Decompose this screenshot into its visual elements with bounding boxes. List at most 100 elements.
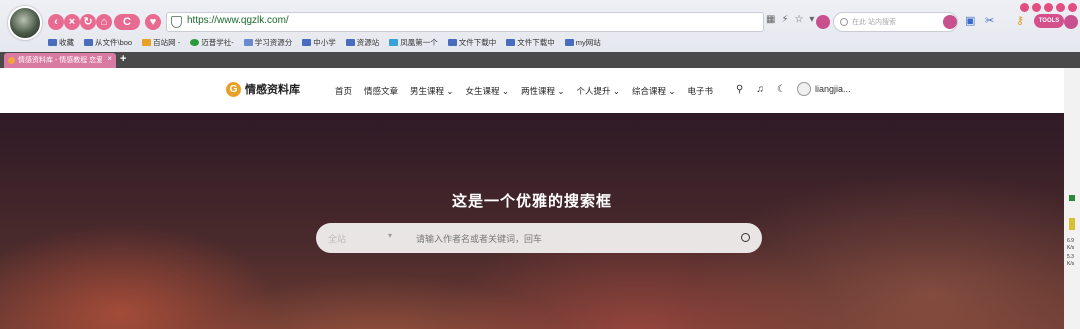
bookmark-item[interactable]: 文件下载中 <box>506 37 555 48</box>
bookmark-item[interactable]: 百站网 - <box>142 37 180 48</box>
bookmark-label: 迈普学社- <box>201 38 234 47</box>
bookmark-item[interactable]: 学习资源分 <box>243 37 293 48</box>
search-icon[interactable]: ⚲ <box>736 84 743 95</box>
bookmark-item[interactable]: 资源站 <box>345 37 380 48</box>
bookmark-label: 资源站 <box>356 38 380 47</box>
bookmark-label: 文件下载中 <box>517 38 555 47</box>
bookmark-label: 凤凰第一个 <box>400 38 438 47</box>
menu-item-relationship-courses[interactable]: 两性课程 ⌄ <box>521 85 564 97</box>
search-go-icon[interactable] <box>943 15 957 29</box>
menu-item-ebooks[interactable]: 电子书 <box>687 85 713 97</box>
favorite-icon[interactable]: ♥ <box>145 14 161 30</box>
tab-strip: 情感资料库 - 情感教程 恋爱 × + <box>0 52 1080 68</box>
bell-icon[interactable]: ♫ <box>756 84 764 95</box>
battery-icon <box>1069 218 1075 230</box>
bookmark-item[interactable]: 中小学 <box>302 37 336 48</box>
menu-item-male-courses[interactable]: 男生课程 ⌄ <box>410 85 453 97</box>
bookmark-label: 从文件\boo <box>95 38 133 47</box>
screenshot-icon[interactable]: ▣ <box>965 14 975 27</box>
menu-item-general-courses[interactable]: 综合课程 ⌄ <box>632 85 675 97</box>
pin-window-icon[interactable] <box>1032 3 1041 12</box>
bookmark-item[interactable]: 迈普学社- <box>190 37 234 48</box>
reload-menu-button[interactable]: C <box>114 14 140 30</box>
site-header: G 情感资料库 首页 情感文章 男生课程 ⌄ 女生课程 ⌄ 两性课程 ⌄ 个人提… <box>0 68 1064 113</box>
bookmark-label: 中小学 <box>313 38 336 47</box>
bookmark-label: 学习资源分 <box>254 38 293 47</box>
bookmark-item[interactable]: 凤凰第一个 <box>389 37 438 48</box>
search-icon[interactable] <box>741 233 750 242</box>
menu-item-articles[interactable]: 情感文章 <box>364 85 398 97</box>
browser-search-box[interactable]: 在此 站内搜索 <box>833 12 958 32</box>
bookmarks-bar: 收藏 从文件\boo 百站网 - 迈普学社- 学习资源分 中小学 资源站 凤凰第… <box>48 37 601 48</box>
home-icon[interactable]: ⌂ <box>96 14 112 30</box>
address-bar[interactable]: https://www.qgzlk.com/ <box>166 12 764 32</box>
logo-mark-icon: G <box>226 81 241 97</box>
site-icon <box>142 39 152 46</box>
minimize-icon[interactable] <box>1044 3 1053 12</box>
browser-chrome: ‹ × ↻ ⌂ C ♥ https://www.qgzlk.com/ ▦⚡☆▾ … <box>0 0 1080 68</box>
main-menu: 首页 情感文章 男生课程 ⌄ 女生课程 ⌄ 两性课程 ⌄ 个人提升 ⌄ 综合课程… <box>335 85 713 97</box>
folder-icon <box>84 39 93 46</box>
menu-item-self-improvement[interactable]: 个人提升 ⌄ <box>576 85 619 97</box>
bookmark-label: 百站网 - <box>153 38 181 47</box>
site-icon <box>190 39 200 46</box>
address-tools[interactable]: ▦⚡☆▾ <box>766 14 820 25</box>
bookmark-item[interactable]: 从文件\boo <box>84 37 132 48</box>
folder-icon <box>564 39 574 46</box>
back-icon[interactable]: ‹ <box>48 14 64 30</box>
forward-icon[interactable] <box>816 15 830 29</box>
bookmark-item[interactable]: my网站 <box>564 37 601 48</box>
menu-item-home[interactable]: 首页 <box>335 85 352 97</box>
folder-icon <box>447 39 457 46</box>
hero-search-input[interactable]: 请输入作者名或者关键词，回车 <box>416 232 542 245</box>
tab-close-icon[interactable]: × <box>107 54 112 63</box>
shield-icon <box>171 16 182 28</box>
search-icon <box>840 18 848 26</box>
refresh-icon[interactable]: ↻ <box>80 14 96 30</box>
maximize-icon[interactable] <box>1056 3 1065 12</box>
bookmark-label: 文件下载中 <box>458 38 497 47</box>
search-placeholder: 在此 站内搜索 <box>852 19 896 26</box>
hero-banner: 这是一个优雅的搜索框 全站 ▾ 请输入作者名或者关键词，回车 <box>0 113 1064 329</box>
close-icon[interactable] <box>1068 3 1077 12</box>
search-scope-select[interactable]: 全站 <box>328 232 346 245</box>
favicon-icon <box>8 57 15 64</box>
user-menu[interactable]: liangjia... <box>797 82 851 96</box>
cut-icon[interactable]: ✂ <box>985 14 994 27</box>
bookmark-item[interactable]: 文件下载中 <box>447 37 497 48</box>
logo-text: 情感资料库 <box>245 83 300 96</box>
bookmark-item[interactable]: 收藏 <box>48 37 74 48</box>
bookmark-label: 收藏 <box>59 38 74 47</box>
side-panel: 6.9 K/s 5.3 K/s <box>1064 68 1080 329</box>
key-icon[interactable]: ⚷ <box>1016 14 1024 27</box>
folder-icon <box>345 39 355 46</box>
url-text[interactable]: https://www.qgzlk.com/ <box>187 15 289 26</box>
menu-item-female-courses[interactable]: 女生课程 ⌄ <box>466 85 509 97</box>
username: liangjia... <box>815 84 851 94</box>
speed-unit: K/s <box>1067 261 1075 267</box>
speed-unit: K/s <box>1067 245 1075 251</box>
tools-button[interactable]: TOOLS <box>1034 14 1064 28</box>
header-tools: ⚲ ♫ ☾ <box>736 84 786 95</box>
hero-search-box[interactable]: 全站 ▾ 请输入作者名或者关键词，回车 <box>316 223 762 253</box>
shield-status-icon[interactable] <box>1069 195 1075 201</box>
tab-active[interactable]: 情感资料库 - 情感教程 恋爱 × <box>4 53 116 68</box>
new-tab-icon[interactable]: + <box>120 53 126 65</box>
site-icon <box>389 39 399 46</box>
site-logo[interactable]: G 情感资料库 <box>226 81 300 97</box>
moon-icon[interactable]: ☾ <box>777 84 786 95</box>
avatar[interactable] <box>8 6 42 40</box>
speed-text: 5.3 <box>1067 254 1074 260</box>
folder-icon <box>302 39 312 46</box>
restore-window-icon[interactable] <box>1020 3 1029 12</box>
stop-icon[interactable]: × <box>64 14 80 30</box>
folder-icon <box>48 39 57 46</box>
site-icon <box>243 39 253 46</box>
folder-icon <box>506 39 516 46</box>
chevron-down-icon[interactable]: ▾ <box>388 231 392 240</box>
user-avatar-icon <box>797 82 811 96</box>
speed-text: 6.9 <box>1067 238 1074 244</box>
menu-icon[interactable] <box>1064 15 1078 29</box>
hero-title: 这是一个优雅的搜索框 <box>451 193 612 210</box>
tab-title: 情感资料库 - 情感教程 恋爱 <box>18 57 102 64</box>
